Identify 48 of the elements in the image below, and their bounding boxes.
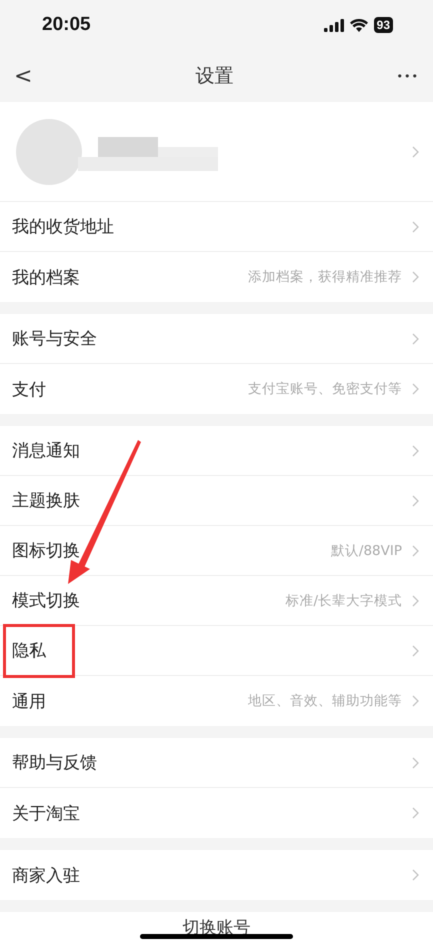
back-button[interactable]: < [10,64,36,88]
more-button[interactable]: ••• [392,70,423,82]
row-label: 模式切换 [12,590,80,612]
row-label: 图标切换 [12,540,80,562]
chevron-icon [412,544,419,556]
chevron-icon [412,644,419,656]
page-title: 设置 [195,64,234,89]
settings-row[interactable]: 支付 支付宝账号、免密支付等 [0,364,433,414]
row-detail: 添加档案，获得精准推荐 [248,268,402,286]
row-label: 隐私 [12,640,46,662]
settings-row[interactable]: 账号与安全 [0,314,433,364]
chevron-icon [412,594,419,606]
row-detail: 地区、音效、辅助功能等 [248,692,402,710]
settings-row[interactable]: 商家入驻 [0,850,433,900]
row-label: 我的收货地址 [12,216,114,238]
row-label: 商家入驻 [12,864,80,886]
clock-time: 20:05 [42,14,91,36]
settings-row[interactable]: 通用 地区、音效、辅助功能等 [0,676,433,726]
battery-indicator: 93 [374,17,393,33]
row-label: 关于淘宝 [12,802,80,824]
signal-icon [324,18,344,32]
chevron-icon [412,869,419,881]
settings-row[interactable]: 我的收货地址 [0,202,433,252]
chevron-icon [412,444,419,456]
row-label: 我的档案 [12,266,80,288]
chevron-icon [412,494,419,506]
chevron-icon [412,695,419,707]
wifi-icon [350,18,368,32]
chevron-icon [412,220,419,232]
row-label: 主题换肤 [12,490,80,512]
settings-row[interactable]: 我的档案 添加档案，获得精准推荐 [0,252,433,302]
row-detail: 默认/88VIP [330,542,402,560]
row-detail: 标准/长辈大字模式 [285,592,402,610]
settings-row[interactable]: 隐私 [0,626,433,676]
row-detail: 支付宝账号、免密支付等 [248,380,402,398]
settings-row[interactable]: 关于淘宝 [0,788,433,838]
row-label: 通用 [12,690,46,712]
row-label: 支付 [12,378,46,400]
row-label: 消息通知 [12,440,80,462]
chevron-icon [412,383,419,395]
row-label: 帮助与反馈 [12,752,97,774]
settings-row[interactable]: 帮助与反馈 [0,738,433,788]
row-label: 账号与安全 [12,328,97,350]
chevron-icon [412,146,419,158]
chevron-icon [412,332,419,344]
chevron-icon [412,807,419,819]
chevron-icon [412,756,419,768]
chevron-icon [412,271,419,283]
